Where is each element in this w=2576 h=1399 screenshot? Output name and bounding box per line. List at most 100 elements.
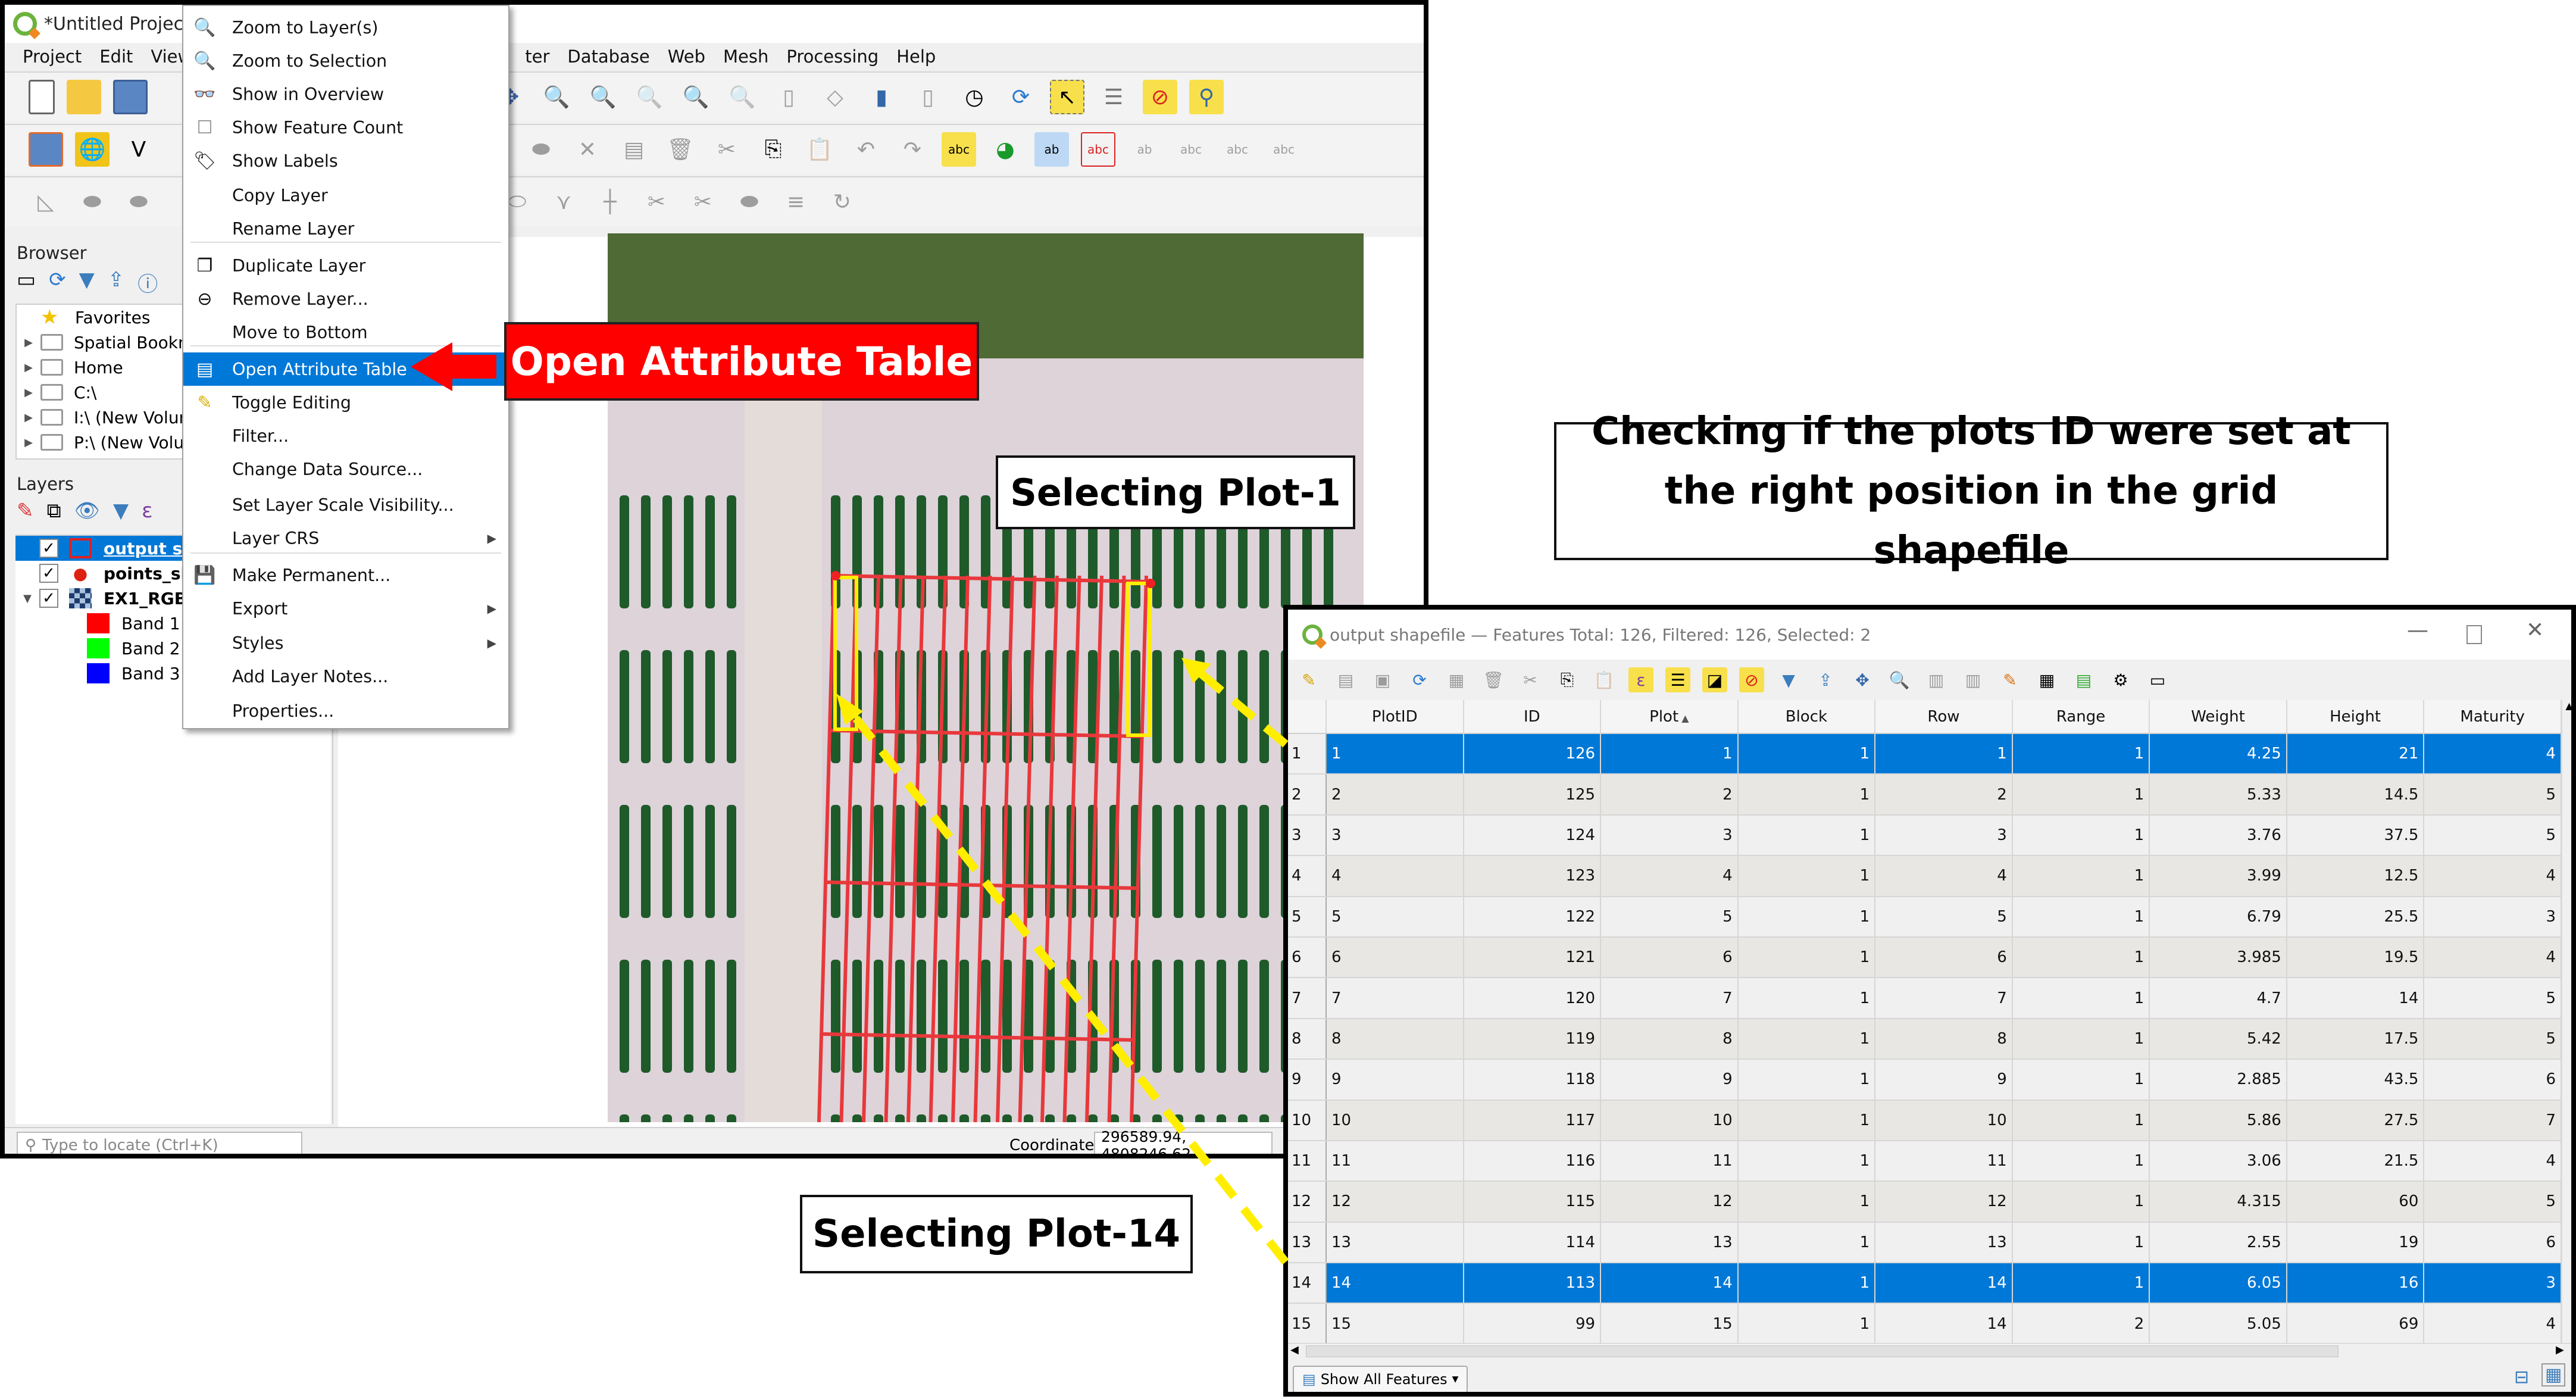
- table-row[interactable]: 6 6 121 6 1 6 1 3.985 19.5 4: [1288, 936, 2562, 979]
- add-group-icon[interactable]: ⧉: [47, 499, 61, 523]
- collapse-all-icon[interactable]: ⇪: [108, 268, 125, 297]
- layer-visibility-checkbox[interactable]: ✓: [39, 539, 58, 558]
- cell-block[interactable]: 1: [1737, 774, 1876, 816]
- cell-plot[interactable]: 1: [1600, 733, 1739, 775]
- cell-block[interactable]: 1: [1737, 1222, 1876, 1264]
- menu-edit[interactable]: Edit: [99, 46, 133, 67]
- cell-weight[interactable]: 5.33: [2149, 774, 2287, 816]
- menu-item-set-layer-scale-visibility[interactable]: Set Layer Scale Visibility...: [183, 488, 508, 521]
- cell-plot[interactable]: 6: [1600, 936, 1739, 979]
- cell-row[interactable]: 14: [1875, 1303, 2013, 1345]
- cell-row[interactable]: 9: [1875, 1059, 2013, 1101]
- locate-search-box[interactable]: ⚲ Type to locate (Ctrl+K): [17, 1132, 302, 1154]
- data-source-manager-icon[interactable]: [29, 132, 63, 167]
- menu-processing[interactable]: Processing: [786, 46, 879, 67]
- new-3d-map-icon[interactable]: ◇: [818, 80, 852, 114]
- cell-range[interactable]: 1: [2012, 774, 2150, 816]
- form-view-icon[interactable]: ⊟: [2514, 1367, 2529, 1388]
- layer-visibility-checkbox[interactable]: ✓: [39, 589, 58, 608]
- menu-item-rename-layer[interactable]: Rename Layer: [183, 212, 508, 245]
- menu-item-layer-crs[interactable]: Layer CRS ▶: [183, 521, 508, 555]
- menu-item-show-labels[interactable]: 🏷 Show Labels: [183, 144, 508, 177]
- paste-icon[interactable]: 📋: [1592, 667, 1617, 692]
- row-header[interactable]: 12: [1288, 1181, 1327, 1223]
- cell-maturity[interactable]: 6: [2424, 1222, 2562, 1264]
- cell-row[interactable]: 1: [1875, 733, 2013, 775]
- cell-row[interactable]: 11: [1875, 1140, 2013, 1182]
- move-label-icon[interactable]: ab: [1127, 132, 1162, 167]
- select-all-icon[interactable]: ☰: [1665, 667, 1690, 692]
- deselect-all-icon[interactable]: ⊘: [1143, 80, 1177, 114]
- cell-plotid[interactable]: 6: [1326, 936, 1464, 979]
- table-row[interactable]: 7 7 120 7 1 7 1 4.7 14 5: [1288, 978, 2562, 1019]
- cell-height[interactable]: 17.5: [2286, 1018, 2425, 1060]
- cell-id[interactable]: 126: [1463, 733, 1602, 775]
- cell-block[interactable]: 1: [1737, 896, 1876, 938]
- cell-maturity[interactable]: 5: [2424, 814, 2562, 857]
- cell-plotid[interactable]: 2: [1326, 774, 1464, 816]
- filter-select-icon[interactable]: ▼: [1776, 667, 1801, 692]
- menu-item-styles[interactable]: Styles ▶: [183, 626, 508, 660]
- layer-visibility-checkbox[interactable]: ✓: [39, 564, 58, 583]
- info-icon[interactable]: ⓘ: [137, 268, 158, 297]
- cell-range[interactable]: 1: [2012, 936, 2150, 979]
- menu-raster[interactable]: ter: [525, 46, 549, 67]
- cell-id[interactable]: 121: [1463, 936, 1602, 979]
- column-header-range[interactable]: Range: [2012, 700, 2150, 734]
- collapse-arrow-icon[interactable]: ▼: [15, 592, 39, 605]
- select-by-value-icon[interactable]: ☰: [1096, 80, 1131, 114]
- cell-id[interactable]: 123: [1463, 855, 1602, 897]
- cell-maturity[interactable]: 4: [2424, 733, 2562, 775]
- new-shapefile-icon[interactable]: V: [121, 132, 156, 167]
- cell-plot[interactable]: 2: [1600, 774, 1739, 816]
- expand-arrow-icon[interactable]: ▶: [17, 336, 40, 349]
- select-by-expression-icon[interactable]: ε: [1628, 667, 1653, 692]
- cell-range[interactable]: 1: [2012, 1018, 2150, 1060]
- cell-height[interactable]: 14.5: [2286, 774, 2425, 816]
- maximize-button[interactable]: [2466, 625, 2482, 644]
- cell-id[interactable]: 119: [1463, 1018, 1602, 1060]
- trim-extend-icon[interactable]: ┼: [593, 185, 627, 219]
- cell-weight[interactable]: 2.885: [2149, 1059, 2287, 1101]
- cell-maturity[interactable]: 5: [2424, 1181, 2562, 1223]
- cell-weight[interactable]: 5.42: [2149, 1018, 2287, 1060]
- cell-maturity[interactable]: 4: [2424, 855, 2562, 897]
- cell-row[interactable]: 13: [1875, 1222, 2013, 1264]
- cell-range[interactable]: 1: [2012, 1100, 2150, 1141]
- vertical-scrollbar[interactable]: ▲: [2562, 700, 2571, 1343]
- cell-range[interactable]: 1: [2012, 1263, 2150, 1304]
- zoom-out-icon[interactable]: 🔍: [586, 80, 620, 114]
- cell-plotid[interactable]: 14: [1326, 1263, 1464, 1304]
- column-header-height[interactable]: Height: [2286, 700, 2425, 734]
- pan-to-selected-icon[interactable]: ✥: [1850, 667, 1875, 692]
- cut-icon[interactable]: ✂: [1518, 667, 1543, 692]
- cell-height[interactable]: 16: [2286, 1263, 2425, 1304]
- cut-features-icon[interactable]: ✂: [709, 132, 744, 167]
- modify-attributes-icon[interactable]: ▤: [617, 132, 651, 167]
- cell-plotid[interactable]: 5: [1326, 896, 1464, 938]
- cell-plot[interactable]: 8: [1600, 1018, 1739, 1060]
- cell-block[interactable]: 1: [1737, 936, 1876, 979]
- column-header-weight[interactable]: Weight: [2149, 700, 2287, 734]
- row-header[interactable]: 15: [1288, 1303, 1327, 1345]
- save-edits-icon[interactable]: ▣: [1370, 667, 1395, 692]
- cell-weight[interactable]: 2.55: [2149, 1222, 2287, 1264]
- vertex-tool-icon[interactable]: ✕: [570, 132, 605, 167]
- zoom-in-icon[interactable]: 🔍: [539, 80, 574, 114]
- cell-plot[interactable]: 3: [1600, 814, 1739, 857]
- cell-weight[interactable]: 5.86: [2149, 1100, 2287, 1141]
- cell-weight[interactable]: 3.06: [2149, 1140, 2287, 1182]
- cell-block[interactable]: 1: [1737, 814, 1876, 857]
- expand-arrow-icon[interactable]: ▶: [17, 386, 40, 399]
- row-header[interactable]: 9: [1288, 1059, 1327, 1101]
- new-field-icon[interactable]: ▥: [1924, 667, 1949, 692]
- horizontal-scroll-thumb[interactable]: [1306, 1345, 2339, 1357]
- new-bookmark-icon[interactable]: ▮: [864, 80, 899, 114]
- select-features-icon[interactable]: ↖: [1050, 80, 1084, 114]
- row-header[interactable]: 7: [1288, 978, 1327, 1019]
- reshape-icon[interactable]: ≡: [779, 185, 813, 219]
- scroll-up-arrow-icon[interactable]: ▲: [2562, 700, 2571, 711]
- pin-labels-icon[interactable]: ab: [1034, 132, 1069, 167]
- cell-id[interactable]: 115: [1463, 1181, 1602, 1223]
- move-feature-icon[interactable]: ⬬: [75, 185, 110, 219]
